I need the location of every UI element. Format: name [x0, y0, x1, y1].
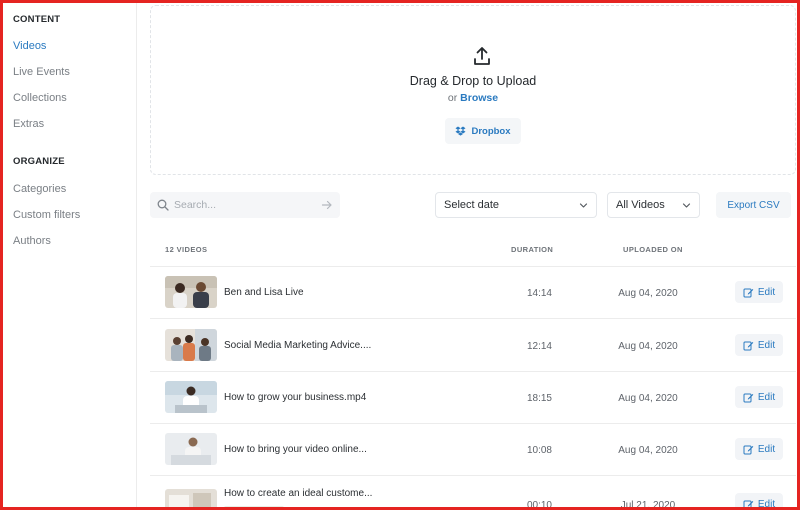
sidebar-item-videos[interactable]: Videos	[13, 40, 46, 52]
edit-button[interactable]: Edit	[735, 438, 783, 460]
edit-label: Edit	[757, 498, 776, 510]
search-box	[150, 192, 340, 218]
upload-or-line: or Browse	[151, 92, 795, 104]
chevron-down-icon	[682, 203, 691, 208]
upload-or-text: or	[447, 92, 458, 104]
table-row[interactable]: How to create an ideal custome... 00:10 …	[150, 476, 796, 510]
edit-icon	[743, 288, 754, 297]
search-input[interactable]	[174, 199, 314, 211]
edit-icon	[743, 341, 754, 350]
edit-button[interactable]: Edit	[735, 281, 783, 303]
progress-bar	[224, 506, 284, 507]
sidebar-heading-content: CONTENT	[13, 14, 61, 25]
video-uploaded-date: Aug 04, 2020	[618, 393, 678, 404]
upload-dropzone[interactable]: Drag & Drop to Upload or Browse Dropbox	[150, 5, 796, 175]
video-filter-select[interactable]: All Videos	[607, 192, 700, 218]
sidebar-heading-organize: ORGANIZE	[13, 156, 65, 167]
edit-button[interactable]: Edit	[735, 386, 783, 408]
edit-button[interactable]: Edit	[735, 334, 783, 356]
table-row[interactable]: Social Media Marketing Advice.... 12:14 …	[150, 320, 796, 372]
table-header: 12 VIDEOS DURATION UPLOADED ON	[150, 237, 796, 267]
video-title[interactable]: Social Media Marketing Advice....	[224, 340, 371, 351]
video-title[interactable]: How to create an ideal custome...	[224, 488, 372, 499]
video-title[interactable]: How to grow your business.mp4	[224, 392, 366, 403]
sidebar: CONTENT Videos Live Events Collections E…	[3, 3, 137, 507]
dropbox-label: Dropbox	[471, 125, 511, 137]
video-thumbnail[interactable]	[165, 329, 217, 361]
column-header-uploaded: UPLOADED ON	[623, 245, 683, 254]
edit-label: Edit	[757, 339, 776, 351]
edit-label: Edit	[757, 391, 776, 403]
sidebar-item-live-events[interactable]: Live Events	[13, 66, 70, 78]
video-thumbnail[interactable]	[165, 433, 217, 465]
column-header-videos: 12 VIDEOS	[165, 245, 208, 254]
search-icon	[157, 199, 169, 211]
video-duration: 14:14	[526, 288, 552, 299]
sidebar-item-collections[interactable]: Collections	[13, 92, 67, 104]
video-uploaded-date: Aug 04, 2020	[618, 445, 678, 456]
edit-button[interactable]: Edit	[735, 493, 783, 510]
video-thumbnail[interactable]	[165, 276, 217, 308]
video-duration: 00:10	[526, 500, 552, 510]
sidebar-item-custom-filters[interactable]: Custom filters	[13, 209, 80, 221]
video-uploaded-date: Jul 21, 2020	[620, 500, 676, 510]
column-header-duration: DURATION	[511, 245, 554, 254]
sidebar-item-categories[interactable]: Categories	[13, 183, 66, 195]
video-duration: 18:15	[526, 393, 552, 404]
video-title[interactable]: How to bring your video online...	[224, 444, 367, 455]
edit-icon	[743, 445, 754, 454]
upload-icon	[474, 47, 490, 65]
dropbox-button[interactable]: Dropbox	[445, 118, 521, 144]
sidebar-item-extras[interactable]: Extras	[13, 118, 44, 130]
edit-label: Edit	[757, 443, 776, 455]
dropbox-icon	[455, 126, 466, 136]
export-csv-button[interactable]: Export CSV	[716, 192, 791, 218]
video-uploaded-date: Aug 04, 2020	[618, 341, 678, 352]
edit-label: Edit	[757, 286, 776, 298]
video-thumbnail[interactable]	[165, 489, 217, 507]
chevron-down-icon	[579, 203, 588, 208]
table-row[interactable]: Ben and Lisa Live 14:14 Aug 04, 2020 Edi…	[150, 267, 796, 319]
video-duration: 10:08	[526, 445, 552, 456]
edit-icon	[743, 393, 754, 402]
table-row[interactable]: How to grow your business.mp4 18:15 Aug …	[150, 372, 796, 424]
video-uploaded-date: Aug 04, 2020	[618, 288, 678, 299]
arrow-right-icon[interactable]	[320, 198, 334, 212]
video-thumbnail[interactable]	[165, 381, 217, 413]
browse-link[interactable]: Browse	[460, 92, 498, 104]
app-frame: CONTENT Videos Live Events Collections E…	[0, 0, 800, 510]
sidebar-item-authors[interactable]: Authors	[13, 235, 51, 247]
video-filter-value: All Videos	[616, 199, 665, 211]
edit-icon	[743, 500, 754, 507]
table-row[interactable]: How to bring your video online... 10:08 …	[150, 424, 796, 476]
video-title[interactable]: Ben and Lisa Live	[224, 287, 304, 298]
video-duration: 12:14	[526, 341, 552, 352]
upload-title: Drag & Drop to Upload	[409, 74, 537, 88]
main-content: Drag & Drop to Upload or Browse Dropbox	[138, 3, 797, 507]
date-select[interactable]: Select date	[435, 192, 597, 218]
date-select-value: Select date	[444, 199, 500, 211]
